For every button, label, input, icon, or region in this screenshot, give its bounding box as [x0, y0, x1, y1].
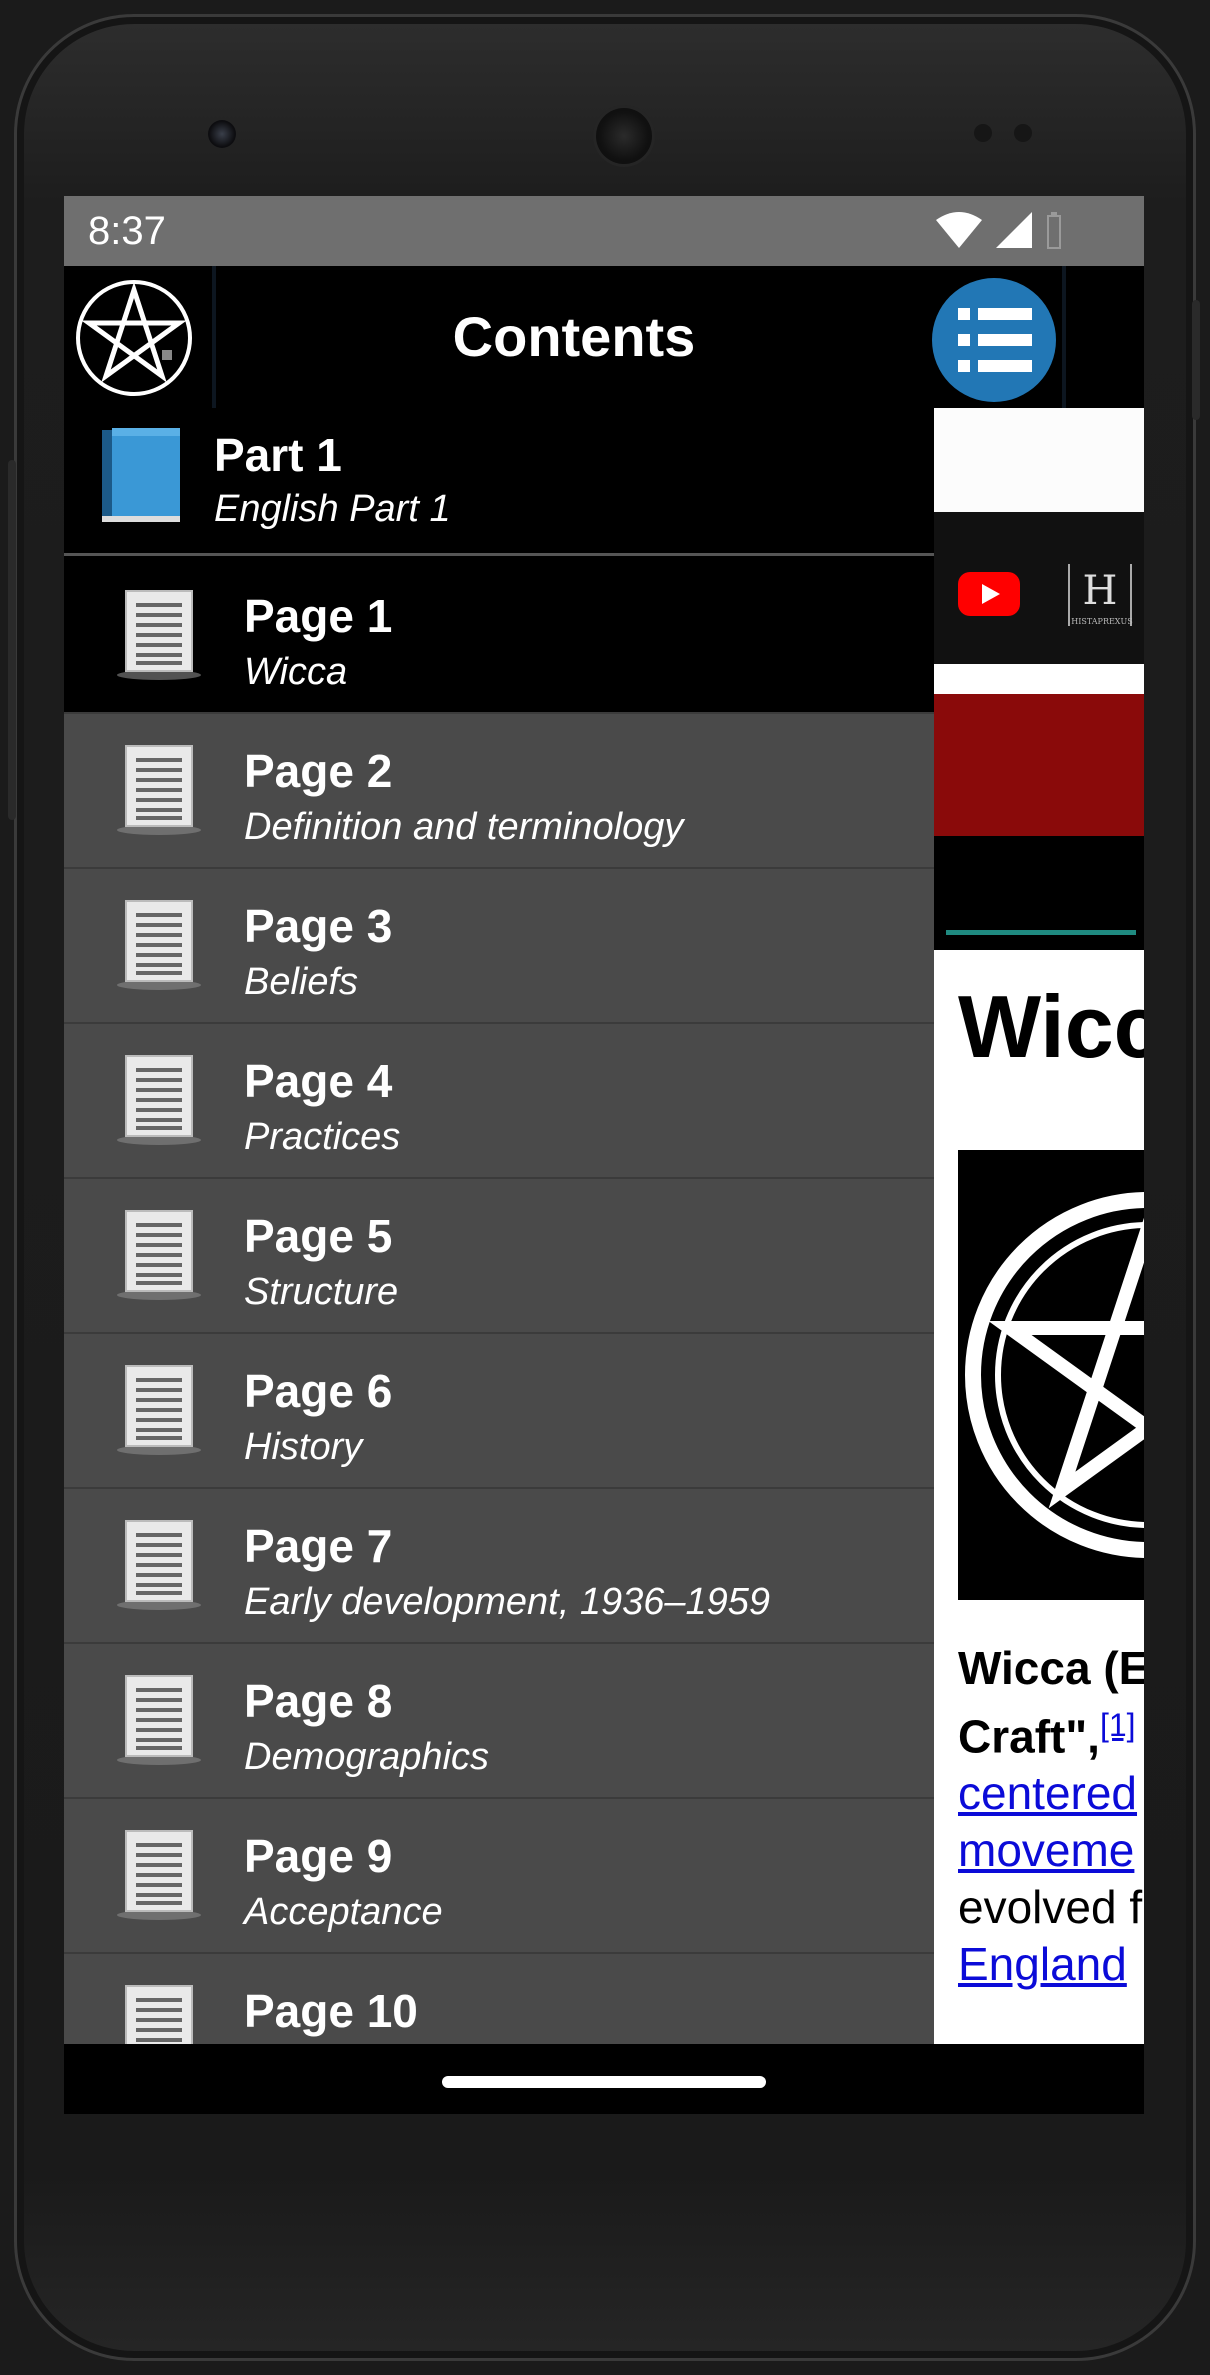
drawer-title: Contents — [452, 305, 696, 368]
citation-link[interactable]: [1] — [1100, 1707, 1136, 1743]
page-title: Page 5 — [244, 1210, 393, 1262]
header-divider-right — [1062, 266, 1066, 408]
pentacle-image[interactable] — [958, 1150, 1144, 1600]
article-search-area[interactable] — [934, 408, 1144, 512]
page-title: Page 4 — [244, 1055, 393, 1107]
intro-line-1: Wicca (E — [958, 1642, 1144, 1694]
intro-line-3: evolved f — [958, 1881, 1143, 1934]
status-icons — [934, 210, 1064, 250]
page-title: Page 8 — [244, 1675, 393, 1727]
page-title: Page 7 — [244, 1520, 393, 1572]
page-list-item[interactable]: Page 6 History — [64, 1334, 934, 1489]
page-icon — [117, 1210, 201, 1300]
page-list-item[interactable]: Page 9 Acceptance — [64, 1799, 934, 1954]
system-nav-bar — [64, 2044, 1144, 2114]
page-subtitle: Acceptance — [244, 1891, 443, 1933]
earpiece-speaker — [596, 108, 652, 164]
contents-menu-button[interactable] — [932, 278, 1056, 402]
page-list-item[interactable]: Page 3 Beliefs — [64, 869, 934, 1024]
part-title: Part 1 — [214, 429, 342, 481]
page-icon — [117, 1675, 201, 1765]
page-list-item[interactable]: Page 5 Structure — [64, 1179, 934, 1334]
book-icon — [102, 428, 180, 522]
channel-logo-text: H — [1082, 568, 1118, 614]
page-subtitle: Demographics — [244, 1736, 489, 1778]
page-icon — [117, 590, 201, 680]
page-list-item[interactable]: Page 4 Practices — [64, 1024, 934, 1179]
page-title: Page 6 — [244, 1365, 393, 1417]
page-subtitle: Beliefs — [244, 961, 359, 1003]
status-bar: 8:37 — [64, 196, 1144, 266]
part-header[interactable]: Part 1 English Part 1 — [64, 408, 934, 556]
page-subtitle: History — [244, 1426, 363, 1468]
drawer-header: Contents — [64, 266, 934, 408]
page-icon — [117, 1365, 201, 1455]
page-list-item[interactable]: Page 10 — [64, 1954, 934, 2044]
page-title: Page 10 — [244, 1985, 418, 2037]
social-icons-row: H HISTAPREXUS — [934, 524, 1144, 664]
intro-link-3[interactable]: England — [958, 1936, 1144, 1993]
intro-line-2: Craft", — [958, 1710, 1100, 1763]
article-title: Wicc — [958, 977, 1144, 1076]
page-icon — [117, 1830, 201, 1920]
battery-icon — [1047, 212, 1061, 249]
light-sensor — [1014, 124, 1032, 142]
volume-button — [1192, 300, 1200, 420]
part-subtitle: English Part 1 — [214, 488, 451, 530]
proximity-sensor — [974, 124, 992, 142]
page-title: Page 2 — [244, 745, 393, 797]
home-gesture-bar[interactable] — [442, 2076, 766, 2088]
spacer — [934, 664, 1144, 694]
status-time: 8:37 — [88, 208, 166, 253]
page-icon — [117, 745, 201, 835]
page-title: Page 3 — [244, 900, 393, 952]
page-subtitle: Definition and terminology — [244, 806, 684, 848]
screen: 8:37 H HISTAPREXUS Wicc Wicca (E Craft",… — [64, 196, 1144, 2114]
active-tab-indicator — [946, 930, 1136, 935]
wifi-icon — [936, 212, 982, 248]
channel-logo-caption: HISTAPREXUS — [1071, 617, 1133, 626]
contents-drawer: Contents Part 1 English Part 1 Page 1 Wic… — [64, 266, 934, 2044]
signal-icon — [996, 212, 1032, 248]
channel-logo[interactable]: H HISTAPREXUS — [1068, 564, 1133, 626]
page-list-item[interactable]: Page 2 Definition and terminology — [64, 714, 934, 869]
article-panel[interactable]: H HISTAPREXUS Wicc Wicca (E Craft",[1] c… — [934, 266, 1144, 2044]
intro-link-1[interactable]: centered — [958, 1765, 1144, 1822]
pentacle-icon — [965, 1192, 1144, 1558]
page-subtitle: Structure — [244, 1271, 399, 1313]
list-icon — [958, 308, 1032, 372]
page-list-item[interactable]: Page 7 Early development, 1936–1959 — [64, 1489, 934, 1644]
pentacle-logo-icon — [76, 280, 192, 396]
page-icon — [117, 1055, 201, 1145]
page-icon — [117, 900, 201, 990]
front-camera — [208, 120, 236, 148]
article-banner — [934, 694, 1144, 836]
youtube-icon[interactable] — [958, 572, 1020, 616]
divider — [934, 512, 1144, 524]
power-button — [8, 460, 16, 820]
page-icon — [125, 1985, 193, 2044]
page-list-item[interactable]: Page 8 Demographics — [64, 1644, 934, 1799]
page-title: Page 9 — [244, 1830, 393, 1882]
intro-link-2[interactable]: moveme — [958, 1822, 1144, 1879]
page-icon — [117, 1520, 201, 1610]
page-title: Page 1 — [244, 590, 393, 642]
page-subtitle: Wicca — [244, 651, 348, 693]
page-subtitle: Early development, 1936–1959 — [244, 1581, 771, 1623]
page-subtitle: Practices — [244, 1116, 401, 1158]
page-list-item[interactable]: Page 1 Wicca — [64, 559, 934, 714]
article-body: Wicc Wicca (E Craft",[1] centered moveme… — [934, 950, 1144, 2044]
article-intro: Wicca (E Craft",[1] centered moveme evol… — [958, 1640, 1144, 1993]
